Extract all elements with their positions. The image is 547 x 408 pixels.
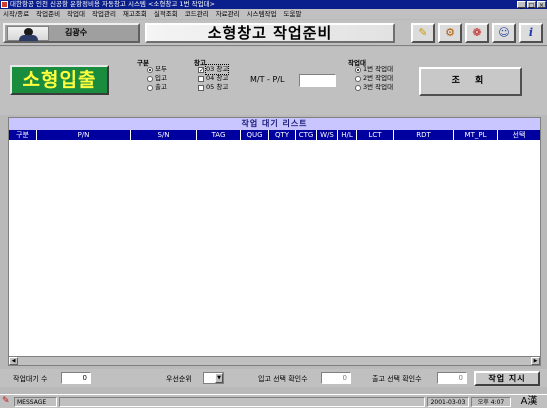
out-select-count-field: 0: [437, 372, 467, 384]
menu-bar: 시작/종료 작업준비 작업대 작업관리 재고조회 실적조회 코드관리 자료관리 …: [0, 9, 547, 19]
col-header-type[interactable]: 구분: [9, 130, 37, 140]
col-header-select[interactable]: 선택: [498, 130, 540, 140]
checkbox-label: 05 창고: [206, 83, 229, 91]
work-order-button[interactable]: 작업 지시: [474, 371, 540, 386]
radio-dot: [147, 75, 153, 82]
menu-workbench[interactable]: 작업대: [67, 9, 85, 19]
info-icon[interactable]: i: [519, 23, 543, 43]
col-header-mtpl[interactable]: MT_PL: [454, 130, 498, 140]
window-title: 대한항공 인천 신공항 운항정비용 자동창고 시스템 <소형창고 1번 작업대>: [10, 0, 215, 8]
menu-system[interactable]: 시스템작업: [247, 9, 277, 19]
col-header-sn[interactable]: S/N: [131, 130, 197, 140]
menu-work-prep[interactable]: 작업준비: [36, 9, 60, 19]
radio-dot: [355, 75, 361, 82]
message-icon: ✎: [2, 396, 10, 406]
status-message: MESSAGE: [14, 397, 57, 407]
radio-type-all[interactable]: 모두: [147, 65, 167, 74]
list-header: 구분 P/N S/N TAG QUG QTY CTG W/S H/L LCT R…: [9, 130, 540, 140]
header: 김광수 소형창고 작업준비 ✎ ⚙ ❁ ☺ i: [0, 20, 547, 46]
user-panel: 김광수: [3, 23, 140, 43]
checkbox-label: 03 창고: [204, 64, 230, 75]
radio-label: 모두: [155, 65, 167, 73]
status-bar: ✎ MESSAGE 2001-03-03 오후 4:07 A漢: [0, 394, 547, 408]
filter-panel: 소형입출 구분 모두 입고 출고 창고 ✓ 03 창고 04 창고 05 창고 …: [0, 47, 547, 115]
logo: 소형입출: [10, 65, 109, 95]
col-header-tag[interactable]: TAG: [197, 130, 241, 140]
page-title: 소형창고 작업준비: [145, 23, 395, 43]
checkbox-box: [198, 84, 204, 91]
scroll-right-icon[interactable]: ▶: [531, 357, 540, 365]
menu-data-manage[interactable]: 자료관리: [216, 9, 240, 19]
users-icon[interactable]: ☺: [492, 23, 516, 43]
col-header-qty[interactable]: QTY: [269, 130, 296, 140]
menu-work-manage[interactable]: 작업관리: [92, 9, 116, 19]
col-header-ws[interactable]: W/S: [317, 130, 338, 140]
query-button[interactable]: 조 회: [419, 67, 522, 96]
radio-label: 2번 작업대: [363, 74, 394, 82]
radio-dot: [147, 84, 153, 91]
priority-label: 우선순위: [166, 375, 192, 383]
radio-workbench-2[interactable]: 2번 작업대: [355, 74, 393, 83]
radio-label: 1번 작업대: [363, 65, 394, 73]
radio-label: 입고: [155, 74, 167, 82]
notepad-icon[interactable]: ✎: [411, 23, 435, 43]
user-name: 김광수: [65, 28, 88, 37]
menu-start-end[interactable]: 시작/종료: [3, 9, 29, 19]
toolbar: ✎ ⚙ ❁ ☺ i: [411, 23, 543, 43]
palette-icon[interactable]: ❁: [465, 23, 489, 43]
check-mark-icon: ✓: [198, 66, 205, 74]
checkbox-label: 04 창고: [206, 74, 229, 82]
app-icon: [1, 1, 8, 8]
waiting-count-label: 작업대기 수: [13, 375, 48, 383]
in-select-count-field: 0: [321, 372, 351, 384]
scroll-left-icon[interactable]: ◀: [9, 357, 18, 365]
status-date: 2001-03-03: [427, 397, 469, 407]
menu-inventory[interactable]: 재고조회: [123, 9, 147, 19]
avatar-body: [19, 35, 38, 41]
col-header-ctg[interactable]: CTG: [296, 130, 317, 140]
gear-icon[interactable]: ⚙: [438, 23, 462, 43]
status-time: 오후 4:07: [471, 397, 511, 407]
mtpl-label: M/T - P/L: [250, 75, 285, 84]
radio-dot: [355, 84, 361, 91]
radio-type-out[interactable]: 출고: [147, 83, 167, 92]
avatar: [7, 26, 49, 41]
work-list[interactable]: 작업 대기 리스트 구분 P/N S/N TAG QUG QTY CTG W/S…: [8, 117, 541, 366]
col-header-pn[interactable]: P/N: [37, 130, 131, 140]
radio-type-in[interactable]: 입고: [147, 74, 167, 83]
radio-label: 출고: [155, 83, 167, 91]
ime-indicator[interactable]: A漢: [512, 395, 546, 408]
mtpl-input[interactable]: [299, 74, 336, 87]
close-button[interactable]: ×: [537, 1, 546, 9]
out-select-label: 출고 선택 확인수: [372, 375, 422, 383]
priority-select[interactable]: ▼: [203, 372, 224, 384]
chevron-down-icon[interactable]: ▼: [215, 373, 223, 383]
menu-results[interactable]: 실적조회: [154, 9, 178, 19]
radio-workbench-1[interactable]: 1번 작업대: [355, 65, 393, 74]
col-header-qug[interactable]: QUG: [241, 130, 269, 140]
menu-help[interactable]: 도움말: [284, 9, 302, 19]
checkbox-box: [198, 75, 204, 82]
horizontal-scrollbar[interactable]: ◀ ▶: [9, 356, 540, 365]
waiting-count-field: 0: [61, 372, 91, 384]
maximize-button[interactable]: □: [527, 1, 536, 9]
checkbox-warehouse-03[interactable]: ✓ 03 창고: [198, 64, 230, 75]
menu-code-manage[interactable]: 코드관리: [185, 9, 209, 19]
status-text: [59, 397, 425, 407]
radio-label: 3번 작업대: [363, 83, 394, 91]
radio-workbench-3[interactable]: 3번 작업대: [355, 83, 393, 92]
title-bar: 대한항공 인천 신공항 운항정비용 자동창고 시스템 <소형창고 1번 작업대>…: [0, 0, 547, 9]
list-title: 작업 대기 리스트: [9, 118, 540, 130]
in-select-label: 입고 선택 확인수: [258, 375, 308, 383]
window-controls: _ □ ×: [517, 1, 546, 9]
col-header-hl[interactable]: H/L: [338, 130, 357, 140]
bottom-bar: 작업대기 수 0 우선순위 ▼ 입고 선택 확인수 0 출고 선택 확인수 0 …: [0, 369, 547, 387]
col-header-rdt[interactable]: RDT: [394, 130, 454, 140]
minimize-button[interactable]: _: [517, 1, 526, 9]
col-header-lct[interactable]: LCT: [357, 130, 394, 140]
radio-dot: [355, 66, 361, 73]
checkbox-warehouse-05[interactable]: 05 창고: [198, 83, 228, 92]
checkbox-warehouse-04[interactable]: 04 창고: [198, 74, 228, 83]
radio-dot: [147, 66, 153, 73]
